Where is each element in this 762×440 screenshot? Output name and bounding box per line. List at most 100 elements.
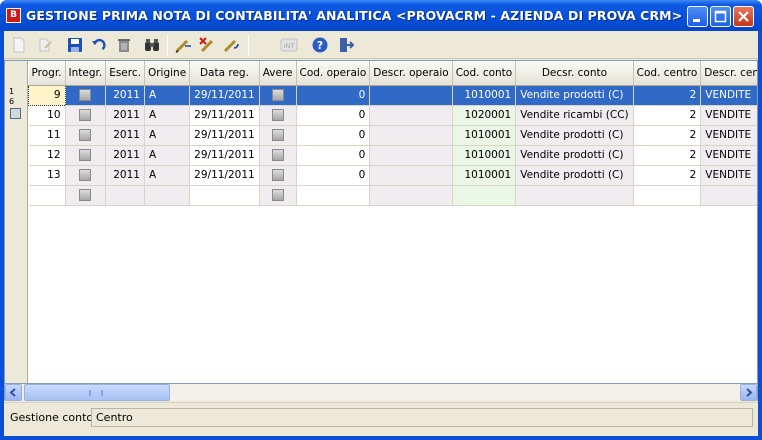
avere-checkbox[interactable] bbox=[271, 149, 284, 161]
cell-progr[interactable]: 9 bbox=[28, 84, 66, 106]
cell-data-reg[interactable] bbox=[189, 185, 260, 206]
avere-checkbox[interactable] bbox=[271, 169, 284, 181]
column-header-cod-centro[interactable]: Cod. centro bbox=[633, 61, 702, 86]
cell-descr-conto[interactable]: Vendite prodotti (C) bbox=[515, 85, 634, 106]
cell-data-reg[interactable]: 29/11/2011 bbox=[189, 145, 260, 166]
pencil-add-button[interactable] bbox=[172, 34, 194, 56]
undo-button[interactable] bbox=[88, 34, 110, 56]
column-header-progr[interactable]: Progr. bbox=[28, 61, 66, 86]
column-header-cod-operaio[interactable]: Cod. operaio bbox=[296, 61, 371, 86]
cell-cod-operaio[interactable]: 0 bbox=[296, 165, 371, 186]
integr-checkbox[interactable] bbox=[79, 189, 92, 201]
cell-integr[interactable] bbox=[65, 105, 107, 126]
cell-avere[interactable] bbox=[259, 165, 297, 186]
cell-descr-centro[interactable]: VENDITE bbox=[700, 165, 757, 186]
cell-descr-centro[interactable]: VENDITE bbox=[700, 125, 757, 146]
save-button[interactable] bbox=[64, 34, 86, 56]
new-document-button[interactable] bbox=[8, 34, 30, 56]
cell-data-reg[interactable]: 29/11/2011 bbox=[189, 85, 260, 106]
maximize-button[interactable] bbox=[710, 6, 731, 27]
cell-descr-operaio[interactable] bbox=[369, 185, 453, 206]
avere-checkbox[interactable] bbox=[271, 189, 284, 201]
cell-origine[interactable]: A bbox=[144, 145, 191, 166]
cell-descr-operaio[interactable] bbox=[369, 145, 453, 166]
cell-eserc[interactable]: 2011 bbox=[105, 145, 145, 166]
column-header-avere[interactable]: Avere bbox=[259, 61, 297, 86]
table-row[interactable]: 13 2011 A 29/11/2011 0 1010001 Vendite p… bbox=[28, 165, 757, 186]
cell-integr[interactable] bbox=[65, 145, 107, 166]
cell-progr[interactable]: 10 bbox=[28, 105, 66, 126]
pencil-edit-button[interactable] bbox=[220, 34, 242, 56]
cell-origine[interactable]: A bbox=[144, 125, 191, 146]
cell-cod-operaio[interactable]: 0 bbox=[296, 145, 371, 166]
cell-descr-centro[interactable]: VENDITE bbox=[700, 85, 757, 106]
record-icon[interactable] bbox=[10, 108, 21, 119]
cell-avere[interactable] bbox=[259, 185, 297, 206]
cell-origine[interactable]: A bbox=[144, 165, 191, 186]
horizontal-scrollbar[interactable] bbox=[4, 384, 758, 401]
table-row[interactable]: 11 2011 A 29/11/2011 0 1010001 Vendite p… bbox=[28, 125, 757, 146]
cell-cod-conto[interactable]: 1010001 bbox=[452, 125, 517, 146]
cell-descr-operaio[interactable] bbox=[369, 125, 453, 146]
cell-descr-operaio[interactable] bbox=[369, 85, 453, 106]
cell-eserc[interactable]: 2011 bbox=[105, 165, 145, 186]
cell-avere[interactable] bbox=[259, 125, 297, 146]
cell-integr[interactable] bbox=[65, 125, 107, 146]
search-binoculars-button[interactable] bbox=[141, 34, 163, 56]
cell-cod-centro[interactable]: 2 bbox=[633, 125, 702, 146]
cell-avere[interactable] bbox=[259, 145, 297, 166]
cell-cod-conto[interactable]: 1010001 bbox=[452, 145, 517, 166]
table-row[interactable]: 10 2011 A 29/11/2011 0 1020001 Vendite r… bbox=[28, 105, 757, 126]
cell-descr-operaio[interactable] bbox=[369, 165, 453, 186]
cell-descr-conto[interactable]: Vendite ricambi (CC) bbox=[515, 105, 634, 126]
column-header-descr-operaio[interactable]: Descr. operaio bbox=[369, 61, 453, 86]
cell-descr-conto[interactable]: Vendite prodotti (C) bbox=[515, 125, 634, 146]
column-header-integr[interactable]: Integr. bbox=[65, 61, 107, 86]
cell-cod-centro[interactable]: 2 bbox=[633, 105, 702, 126]
cell-cod-operaio[interactable]: 0 bbox=[296, 105, 371, 126]
cell-data-reg[interactable]: 29/11/2011 bbox=[189, 105, 260, 126]
cell-integr[interactable] bbox=[65, 85, 107, 106]
avere-checkbox[interactable] bbox=[271, 89, 284, 101]
avere-checkbox[interactable] bbox=[271, 109, 284, 121]
cell-avere[interactable] bbox=[259, 85, 297, 106]
cell-progr[interactable]: 13 bbox=[28, 165, 66, 186]
exit-button[interactable] bbox=[335, 34, 357, 56]
scroll-thumb[interactable] bbox=[24, 384, 170, 401]
cell-cod-operaio[interactable]: 0 bbox=[296, 85, 371, 106]
cell-cod-centro[interactable] bbox=[633, 185, 702, 206]
cell-cod-centro[interactable]: 2 bbox=[633, 145, 702, 166]
table-row[interactable]: 12 2011 A 29/11/2011 0 1010001 Vendite p… bbox=[28, 145, 757, 166]
integr-checkbox[interactable] bbox=[79, 149, 92, 161]
cell-descr-centro[interactable]: VENDITE bbox=[700, 105, 757, 126]
integr-checkbox[interactable] bbox=[79, 129, 92, 141]
table-row-new[interactable] bbox=[28, 185, 757, 206]
integr-checkbox[interactable] bbox=[79, 109, 92, 121]
cell-eserc[interactable]: 2011 bbox=[105, 105, 145, 126]
cell-cod-operaio[interactable]: 0 bbox=[296, 125, 371, 146]
cell-integr[interactable] bbox=[65, 165, 107, 186]
cell-eserc[interactable] bbox=[105, 185, 145, 206]
cell-descr-centro[interactable]: VENDITE bbox=[700, 145, 757, 166]
cell-origine[interactable]: A bbox=[144, 105, 191, 126]
edit-button[interactable] bbox=[34, 34, 56, 56]
column-header-data-reg[interactable]: Data reg. bbox=[189, 61, 260, 86]
cell-eserc[interactable]: 2011 bbox=[105, 125, 145, 146]
column-header-descr-conto[interactable]: Decsr. conto bbox=[515, 61, 634, 86]
cell-cod-centro[interactable]: 2 bbox=[633, 165, 702, 186]
column-header-origine[interactable]: Origine bbox=[144, 61, 191, 86]
minimize-button[interactable] bbox=[687, 6, 708, 27]
integr-checkbox[interactable] bbox=[79, 89, 92, 101]
cell-origine[interactable] bbox=[144, 185, 191, 206]
cell-integr[interactable] bbox=[65, 185, 107, 206]
cell-data-reg[interactable]: 29/11/2011 bbox=[189, 125, 260, 146]
cell-cod-conto[interactable]: 1010001 bbox=[452, 85, 517, 106]
cell-cod-centro[interactable]: 2 bbox=[633, 85, 702, 106]
app-logo-icon[interactable]: B bbox=[6, 8, 21, 23]
cell-descr-conto[interactable]: Vendite prodotti (C) bbox=[515, 145, 634, 166]
cell-eserc[interactable]: 2011 bbox=[105, 85, 145, 106]
close-button[interactable] bbox=[733, 6, 754, 27]
data-grid[interactable]: 1 6 Progr. Integr. Eserc. Origine Data r… bbox=[4, 60, 758, 384]
column-header-eserc[interactable]: Eserc. bbox=[105, 61, 145, 86]
cell-descr-operaio[interactable] bbox=[369, 105, 453, 126]
